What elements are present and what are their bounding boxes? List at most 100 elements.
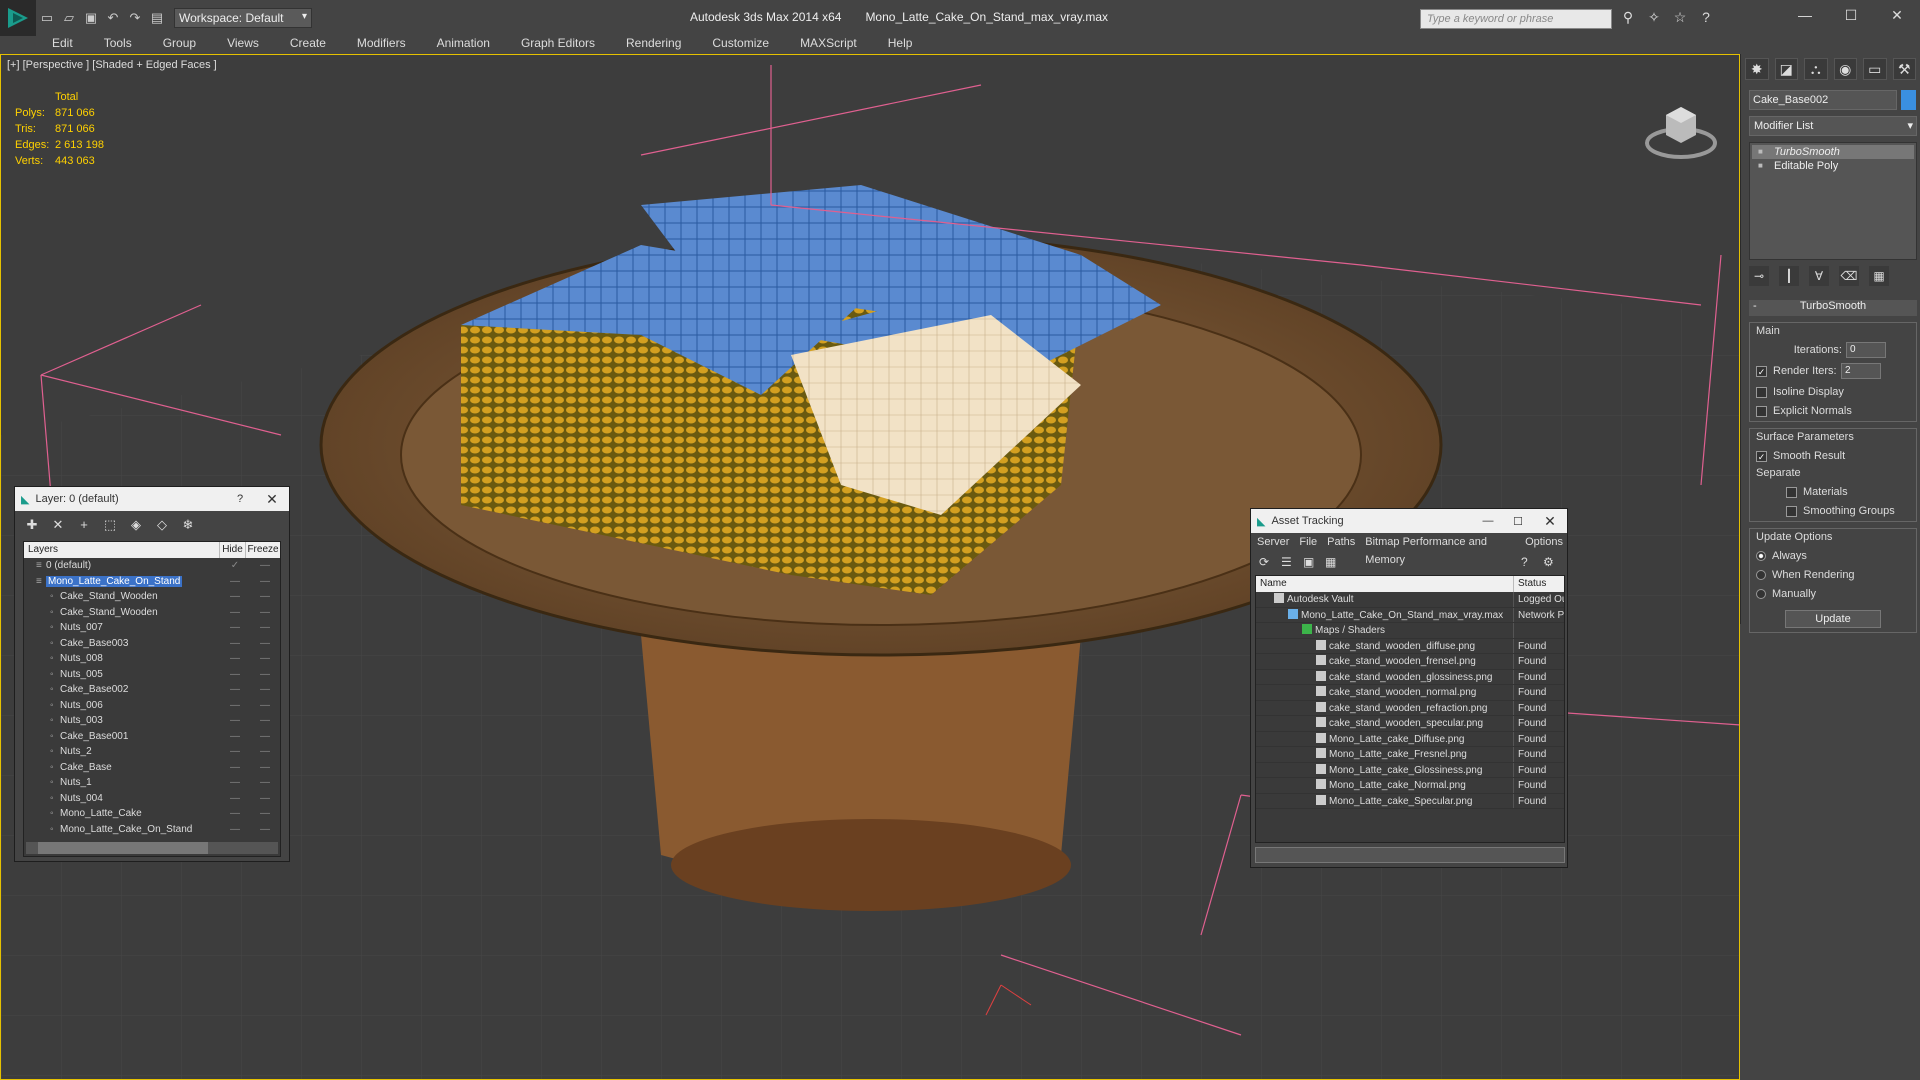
exchange-icon[interactable]: ✧ bbox=[1644, 9, 1664, 29]
hide-toggle[interactable]: — bbox=[220, 791, 250, 807]
hide-column-header[interactable]: Hide bbox=[220, 542, 246, 558]
asset-row[interactable]: Mono_Latte_cake_Glossiness.png Found bbox=[1256, 762, 1564, 778]
freeze-all-icon[interactable]: ❄ bbox=[179, 517, 197, 535]
highlight-layer-icon[interactable]: ◈ bbox=[127, 517, 145, 535]
layer-row[interactable]: ≡ 0 (default) ✓ — bbox=[24, 558, 280, 574]
asset-row[interactable]: Mono_Latte_cake_Fresnel.png Found bbox=[1256, 747, 1564, 763]
asset-row[interactable]: Mono_Latte_cake_Diffuse.png Found bbox=[1256, 731, 1564, 747]
layer-row[interactable]: ◦ Cake_Base003 — — bbox=[24, 636, 280, 652]
hide-toggle[interactable]: — bbox=[220, 682, 250, 698]
close-icon[interactable]: ✕ bbox=[1533, 513, 1567, 530]
layers-column-header[interactable]: Layers bbox=[24, 542, 220, 558]
hide-toggle[interactable]: — bbox=[220, 605, 250, 621]
layer-row[interactable]: ◦ Nuts_006 — — bbox=[24, 698, 280, 714]
modifier-stack-item[interactable]: Editable Poly bbox=[1752, 159, 1914, 173]
freeze-toggle[interactable]: — bbox=[250, 744, 280, 760]
layer-row[interactable]: ◦ Cake_Base002 — — bbox=[24, 682, 280, 698]
freeze-toggle[interactable]: — bbox=[250, 760, 280, 776]
hide-toggle[interactable]: ✓ bbox=[220, 558, 250, 574]
delete-layer-icon[interactable]: ✕ bbox=[49, 517, 67, 535]
hierarchy-tab-icon[interactable]: ⛬ bbox=[1804, 58, 1828, 80]
display-tab-icon[interactable]: ▭ bbox=[1863, 58, 1887, 80]
create-tab-icon[interactable]: ✸ bbox=[1745, 58, 1769, 80]
workspace-dropdown[interactable]: Workspace: Default bbox=[174, 8, 312, 28]
object-name-field[interactable] bbox=[1749, 90, 1897, 110]
close-icon[interactable]: ✕ bbox=[255, 491, 289, 508]
modifier-list-dropdown[interactable]: Modifier List bbox=[1749, 116, 1917, 136]
always-radio[interactable] bbox=[1756, 551, 1766, 561]
isoline-checkbox[interactable] bbox=[1756, 386, 1767, 398]
hide-toggle[interactable]: — bbox=[220, 822, 250, 838]
freeze-toggle[interactable]: — bbox=[250, 605, 280, 621]
layer-row[interactable]: ◦ Mono_Latte_Cake — — bbox=[24, 806, 280, 822]
save-icon[interactable]: ▣ bbox=[80, 7, 102, 29]
asset-row[interactable]: Autodesk Vault Logged Ou bbox=[1256, 592, 1564, 608]
minimize-icon[interactable]: — bbox=[1782, 0, 1828, 30]
maximize-icon[interactable]: ☐ bbox=[1503, 515, 1533, 528]
object-color-swatch[interactable] bbox=[1901, 90, 1916, 110]
menu-views[interactable]: Views bbox=[211, 34, 274, 52]
horizontal-scrollbar[interactable] bbox=[26, 842, 278, 854]
explicit-normals-checkbox[interactable] bbox=[1756, 405, 1767, 417]
refresh-icon[interactable]: ⟳ bbox=[1259, 555, 1275, 571]
utilities-tab-icon[interactable]: ⚒ bbox=[1892, 58, 1916, 80]
asset-row[interactable]: Mono_Latte_Cake_On_Stand_max_vray.max Net… bbox=[1256, 607, 1564, 623]
hide-toggle[interactable]: — bbox=[220, 636, 250, 652]
freeze-toggle[interactable]: — bbox=[250, 620, 280, 636]
smoothing-groups-checkbox[interactable] bbox=[1786, 505, 1797, 517]
hide-toggle[interactable]: — bbox=[220, 729, 250, 745]
asset-row[interactable]: cake_stand_wooden_normal.png Found bbox=[1256, 685, 1564, 701]
hide-toggle[interactable]: — bbox=[220, 713, 250, 729]
configure-sets-icon[interactable]: ▦ bbox=[1869, 266, 1889, 286]
menu-options[interactable]: Options bbox=[1519, 533, 1567, 551]
freeze-toggle[interactable]: — bbox=[250, 822, 280, 838]
asset-row[interactable]: cake_stand_wooden_refraction.png Found bbox=[1256, 700, 1564, 716]
layer-row[interactable]: ◦ Cake_Base — — bbox=[24, 760, 280, 776]
layer-row[interactable]: ◦ Nuts_008 — — bbox=[24, 651, 280, 667]
freeze-toggle[interactable]: — bbox=[250, 791, 280, 807]
app-logo-icon[interactable] bbox=[0, 0, 36, 36]
freeze-toggle[interactable]: — bbox=[250, 589, 280, 605]
create-layer-icon[interactable]: ✚ bbox=[23, 517, 41, 535]
materials-checkbox[interactable] bbox=[1786, 486, 1797, 498]
asset-row[interactable]: cake_stand_wooden_specular.png Found bbox=[1256, 716, 1564, 732]
modifier-stack-item[interactable]: TurboSmooth bbox=[1752, 145, 1914, 159]
freeze-toggle[interactable]: — bbox=[250, 558, 280, 574]
freeze-toggle[interactable]: — bbox=[250, 682, 280, 698]
layer-row[interactable]: ◦ Nuts_2 — — bbox=[24, 744, 280, 760]
asset-row[interactable]: cake_stand_wooden_diffuse.png Found bbox=[1256, 638, 1564, 654]
hide-all-icon[interactable]: ◇ bbox=[153, 517, 171, 535]
menu-maxscript[interactable]: MAXScript bbox=[784, 34, 872, 52]
redo-icon[interactable]: ↷ bbox=[124, 7, 146, 29]
manually-radio[interactable] bbox=[1756, 589, 1766, 599]
hide-toggle[interactable]: — bbox=[220, 760, 250, 776]
status-column-header[interactable]: Status bbox=[1514, 576, 1564, 592]
select-objects-icon[interactable]: ⬚ bbox=[101, 517, 119, 535]
hide-toggle[interactable]: — bbox=[220, 589, 250, 605]
layer-row[interactable]: ◦ Nuts_1 — — bbox=[24, 775, 280, 791]
menu-paths[interactable]: Paths bbox=[1321, 533, 1359, 551]
viewport-label[interactable]: [+] [Perspective ] [Shaded + Edged Faces… bbox=[7, 59, 217, 71]
list-view-icon[interactable]: ☰ bbox=[1281, 555, 1297, 571]
hide-toggle[interactable]: — bbox=[220, 620, 250, 636]
open-file-icon[interactable]: ▱ bbox=[58, 7, 80, 29]
layer-row[interactable]: ◦ Mono_Latte_Cake_On_Stand — — bbox=[24, 822, 280, 838]
hide-toggle[interactable]: — bbox=[220, 651, 250, 667]
freeze-toggle[interactable]: — bbox=[250, 729, 280, 745]
hide-toggle[interactable]: — bbox=[220, 574, 250, 590]
freeze-toggle[interactable]: — bbox=[250, 806, 280, 822]
binoculars-icon[interactable]: ⚲ bbox=[1618, 9, 1638, 29]
menu-customize[interactable]: Customize bbox=[696, 34, 784, 52]
menu-edit[interactable]: Edit bbox=[36, 34, 88, 52]
smooth-result-checkbox[interactable]: ✓ bbox=[1756, 450, 1767, 462]
hide-toggle[interactable]: — bbox=[220, 806, 250, 822]
layer-row[interactable]: ◦ Cake_Stand_Wooden — — bbox=[24, 605, 280, 621]
help-icon[interactable]: ? bbox=[1521, 555, 1537, 571]
freeze-toggle[interactable]: — bbox=[250, 667, 280, 683]
hide-toggle[interactable]: — bbox=[220, 667, 250, 683]
menu-tools[interactable]: Tools bbox=[88, 34, 147, 52]
iterations-spinner[interactable]: 0 bbox=[1846, 342, 1886, 358]
freeze-toggle[interactable]: — bbox=[250, 651, 280, 667]
asset-row[interactable]: Mono_Latte_cake_Specular.png Found bbox=[1256, 793, 1564, 809]
render-iters-spinner[interactable]: 2 bbox=[1841, 363, 1881, 379]
